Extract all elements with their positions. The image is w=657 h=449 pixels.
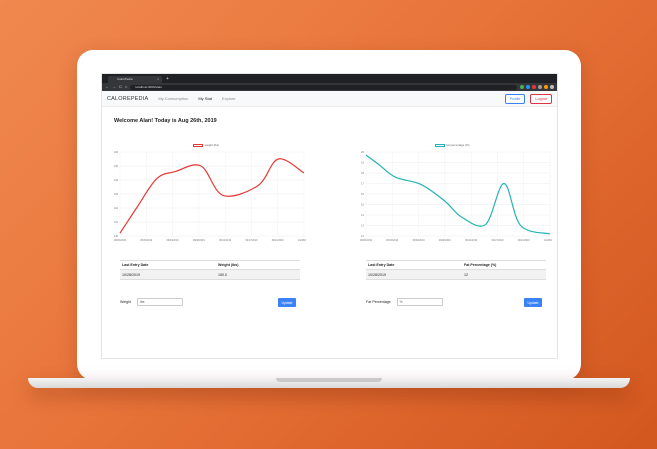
extension-icon[interactable] [538, 85, 542, 89]
y-tick-label: 142 [114, 206, 119, 210]
browser-tab[interactable]: CaloriPedia × [108, 76, 162, 83]
tab-title: CaloriPedia [117, 77, 133, 81]
nav-my-consumption[interactable]: My Consumption [158, 96, 188, 101]
x-tick-label: 09/08/2019 [439, 239, 452, 242]
app-navbar: CALOREPEDIA My Consumption My Stat Explo… [102, 91, 557, 107]
x-tick-label: 09/17/2019 [491, 239, 504, 242]
forward-icon[interactable]: → [112, 83, 116, 91]
x-tick-label: 08/30/2019 [140, 239, 153, 242]
y-tick-label: 20 [361, 150, 364, 154]
table-header: Weight (lbs) [218, 263, 239, 267]
welcome-message: Welcome Alan! Today is Aug 26th, 2019 [114, 118, 217, 124]
back-icon[interactable]: ← [105, 83, 109, 91]
weight-table: Last Entry Date Weight (lbs) 10/28/2019 … [120, 260, 300, 280]
y-tick-label: 140 [114, 234, 119, 238]
y-tick-label: 14 [361, 213, 364, 217]
weight-label: Weight [120, 300, 132, 304]
extension-icon[interactable] [544, 85, 548, 89]
browser-tabbar: CaloriPedia × + [102, 74, 557, 83]
table-header: Last Entry Date [122, 263, 149, 267]
y-tick-label: 15 [361, 203, 364, 207]
fat-form: Fat Percentage % [366, 298, 443, 306]
y-tick-label: 17 [361, 182, 364, 186]
tab-close-icon[interactable]: × [157, 76, 159, 83]
weight-chart: 140 141 142 143 144 145 146 08/26/2019 08/30/201… [114, 150, 306, 242]
weight-form: Weight lbs [120, 298, 184, 306]
table-row: 10/28/2019 150.0 [120, 270, 300, 280]
fat-percentage-label: Fat Percentage [366, 300, 391, 304]
fat-table: Last Entry Date Fat Percentage (%) 10/28… [366, 260, 546, 280]
fat-chart: 12 13 14 15 16 17 18 19 20 08/26/2019 08/30/2019 09… [360, 150, 552, 242]
table-header: Fat Percentage (%) [464, 263, 497, 267]
nav-my-stat[interactable]: My Stat [198, 96, 212, 101]
x-tick-label: 09/21/2019 [518, 239, 531, 242]
y-tick-label: 16 [361, 192, 364, 196]
table-header-row: Last Entry Date Weight (lbs) [120, 260, 300, 270]
avatar-icon[interactable] [550, 85, 554, 89]
table-cell: 12 [464, 272, 468, 277]
extension-icon[interactable] [532, 85, 536, 89]
y-tick-label: 19 [361, 161, 364, 165]
logout-button[interactable]: Logout [530, 94, 552, 104]
table-cell: 150.0 [218, 272, 227, 277]
table-row: 10/28/2019 12 [366, 270, 546, 280]
x-tick-label: 09/08/2019 [193, 239, 206, 242]
browser-address-bar: ← → C ⌂ localhost:3000/stats [102, 83, 557, 91]
update-weight-button[interactable]: Update [278, 298, 296, 307]
series-line [365, 154, 551, 235]
x-tick-label: 09/21/2019 [272, 239, 285, 242]
x-tick-label: 09/03/2019 [413, 239, 426, 242]
update-fat-button[interactable]: Update [524, 298, 542, 307]
y-tick-label: 12 [361, 234, 364, 238]
y-tick-label: 13 [361, 224, 364, 228]
y-tick-label: 143 [114, 192, 119, 196]
url-field[interactable]: localhost:3000/stats [130, 84, 517, 90]
y-tick-label: 18 [361, 171, 364, 175]
x-tick-label: 09/12/2019 [465, 239, 478, 242]
home-icon[interactable]: ⌂ [125, 83, 127, 91]
table-cell: 10/28/2019 [122, 272, 140, 277]
x-tick-label: 10/28/2019 [544, 239, 552, 242]
laptop-notch [276, 378, 382, 382]
extension-icon[interactable] [526, 85, 530, 89]
y-tick-label: 144 [114, 178, 119, 182]
x-tick-label: 08/26/2019 [360, 239, 373, 242]
y-tick-label: 141 [114, 220, 119, 224]
nav-explore[interactable]: Explore [222, 96, 236, 101]
extension-icons [520, 85, 554, 89]
fat-percentage-input[interactable]: % [396, 298, 443, 306]
table-cell: 10/28/2019 [368, 272, 386, 277]
weight-input[interactable]: lbs [137, 298, 184, 306]
new-tab-icon[interactable]: + [166, 76, 169, 83]
app-brand[interactable]: CALOREPEDIA [107, 96, 148, 102]
reload-icon[interactable]: C [119, 83, 122, 91]
extension-icon[interactable] [520, 85, 524, 89]
x-tick-label: 09/03/2019 [167, 239, 180, 242]
x-tick-label: 10/28/2019 [298, 239, 306, 242]
table-header: Last Entry Date [368, 263, 395, 267]
table-header-row: Last Entry Date Fat Percentage (%) [366, 260, 546, 270]
y-tick-label: 146 [114, 150, 119, 154]
x-tick-label: 08/30/2019 [386, 239, 399, 242]
x-tick-label: 09/12/2019 [219, 239, 232, 242]
x-tick-label: 08/26/2019 [114, 239, 127, 242]
browser-window: CaloriPedia × + ← → C ⌂ localhost:3000/s… [101, 73, 558, 359]
profile-button[interactable]: Profile [504, 94, 526, 104]
y-tick-label: 145 [114, 164, 119, 168]
x-tick-label: 09/17/2019 [245, 239, 258, 242]
